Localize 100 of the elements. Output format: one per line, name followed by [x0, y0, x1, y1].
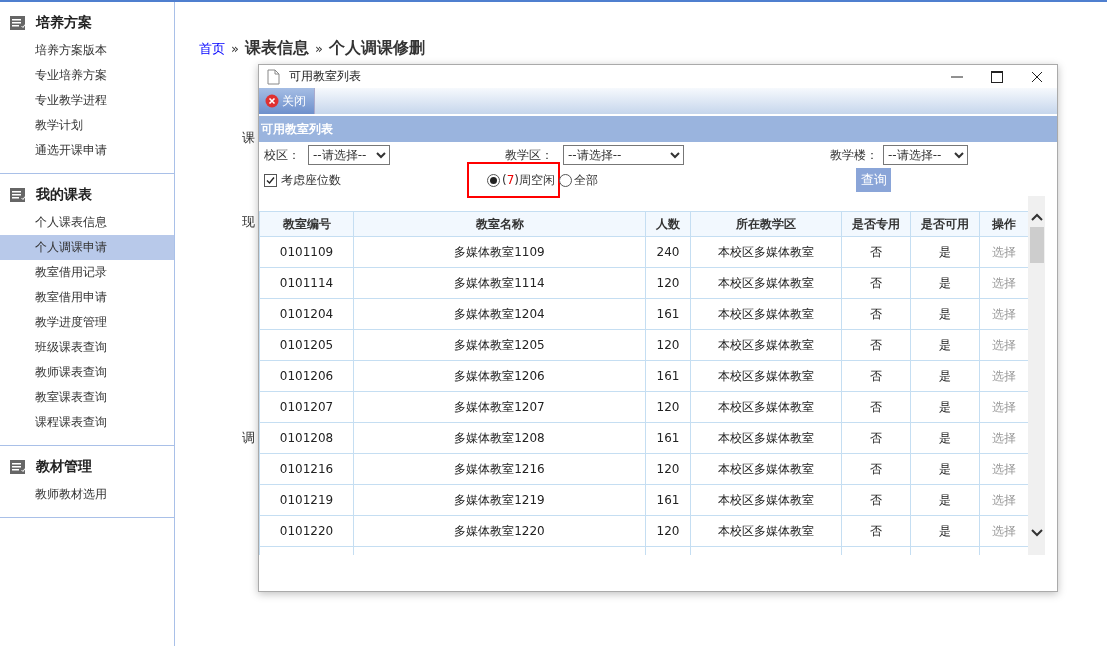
- table-cell: 本校区多媒体教室: [690, 391, 842, 423]
- table-cell: 本校区多媒体教室: [690, 360, 842, 392]
- sidebar-item[interactable]: 课程课表查询: [0, 410, 174, 435]
- scrollbar[interactable]: [1028, 196, 1045, 555]
- table-cell: 120: [645, 453, 691, 485]
- sidebar-item[interactable]: 教室课表查询: [0, 385, 174, 410]
- section-title: 培养方案: [36, 14, 92, 32]
- table-cell: 多媒体教室1208: [353, 422, 646, 454]
- table-cell: 多媒体教室1216: [353, 453, 646, 485]
- form-label: 调: [242, 429, 255, 447]
- checkbox-label: 考虑座位数: [281, 171, 341, 189]
- table-cell: 是: [910, 360, 980, 392]
- table-cell: 否: [841, 391, 911, 423]
- table-cell: 120: [645, 267, 691, 299]
- table-cell: 否: [841, 298, 911, 330]
- table-cell: 0101205: [259, 329, 354, 361]
- sidebar-item[interactable]: 个人调课申请: [0, 235, 174, 260]
- sidebar-item[interactable]: 个人课表信息: [0, 210, 174, 235]
- column-header: 所在教学区: [690, 211, 842, 237]
- table-cell: 0101109: [259, 236, 354, 268]
- table-cell: 是: [910, 515, 980, 547]
- breadcrumb-text: 个人调课修删: [328, 38, 425, 59]
- table-cell: 多媒体教室1220: [353, 515, 646, 547]
- form-label: 课: [242, 129, 255, 147]
- radio-label: (7)周空闲: [502, 171, 555, 189]
- table-cell: 本校区多媒体教室: [690, 236, 842, 268]
- table-cell: 120: [645, 391, 691, 423]
- table-cell: 多媒体教室1204: [353, 298, 646, 330]
- table-cell: 是: [910, 484, 980, 516]
- sidebar-item[interactable]: 通选开课申请: [0, 138, 174, 163]
- table-cell: 161: [645, 484, 691, 516]
- table-cell: 是: [910, 422, 980, 454]
- table-cell: 0101219: [259, 484, 354, 516]
- table-cell: 161: [645, 422, 691, 454]
- sidebar-item[interactable]: 教学计划: [0, 113, 174, 138]
- sidebar-item[interactable]: 教室借用记录: [0, 260, 174, 285]
- table-cell: 0101216: [259, 453, 354, 485]
- table-cell: 本校区多媒体教室: [690, 298, 842, 330]
- table-cell: 多媒体教室1219: [353, 484, 646, 516]
- scrollbar-thumb[interactable]: [1029, 227, 1044, 263]
- sidebar-item[interactable]: 教师教材选用: [0, 482, 174, 507]
- sidebar-item[interactable]: 班级课表查询: [0, 335, 174, 360]
- close-icon[interactable]: [1031, 70, 1043, 83]
- maximize-icon[interactable]: [991, 70, 1003, 83]
- table-cell: 本校区多媒体教室: [690, 453, 842, 485]
- table-cell: 是: [910, 298, 980, 330]
- filter-select[interactable]: --请选择--: [883, 145, 968, 165]
- section-icon: [10, 15, 26, 31]
- breadcrumb-link[interactable]: 首页: [199, 40, 225, 58]
- table-cell: 否: [841, 453, 911, 485]
- table-cell: 否: [841, 267, 911, 299]
- table-cell: 多媒体教室1207: [353, 391, 646, 423]
- table-cell: 否: [841, 236, 911, 268]
- checkbox[interactable]: [264, 173, 277, 187]
- filter-label: 教学楼：: [830, 146, 878, 164]
- column-header: 教室名称: [353, 211, 646, 237]
- table-cell: 本校区多媒体教室: [690, 515, 842, 547]
- sidebar-item[interactable]: 专业培养方案: [0, 63, 174, 88]
- table-cell: 0101207: [259, 391, 354, 423]
- document-icon: [265, 68, 281, 85]
- table-cell: 否: [841, 484, 911, 516]
- radio-label: 全部: [574, 171, 598, 189]
- panel-header: 可用教室列表: [259, 116, 1057, 142]
- dialog-title: 可用教室列表: [289, 68, 362, 85]
- table-cell: 是: [910, 453, 980, 485]
- sidebar-item[interactable]: 教师课表查询: [0, 360, 174, 385]
- section-icon: [10, 187, 26, 203]
- table-cell: 0101208: [259, 422, 354, 454]
- filter-label: 教学区：: [505, 146, 553, 164]
- table-cell: 0101114: [259, 267, 354, 299]
- table-cell: 多媒体教室1109: [353, 236, 646, 268]
- table-cell: 是: [910, 267, 980, 299]
- filter-label: 校区：: [264, 146, 300, 164]
- breadcrumb-text: 课表信息: [244, 38, 309, 59]
- sidebar-item[interactable]: 培养方案版本: [0, 38, 174, 63]
- table-cell: 240: [645, 236, 691, 268]
- table-cell: 是: [910, 391, 980, 423]
- table-cell: 否: [841, 329, 911, 361]
- table-cell: 本校区多媒体教室: [690, 422, 842, 454]
- sidebar-item[interactable]: 专业教学进程: [0, 88, 174, 113]
- close-icon: [265, 94, 279, 108]
- sidebar-item[interactable]: 教室借用申请: [0, 285, 174, 310]
- column-header: 教室编号: [259, 211, 354, 237]
- sidebar-item[interactable]: 教学进度管理: [0, 310, 174, 335]
- table-cell: 本校区多媒体教室: [690, 267, 842, 299]
- filter-select[interactable]: --请选择--: [308, 145, 390, 165]
- radio-button[interactable]: [487, 173, 500, 187]
- table-cell: 否: [841, 360, 911, 392]
- table-cell: 0101220: [259, 515, 354, 547]
- table-cell: 120: [645, 515, 691, 547]
- table-cell: 0101206: [259, 360, 354, 392]
- section-title: 我的课表: [36, 186, 92, 204]
- table-cell: 161: [645, 360, 691, 392]
- section-icon: [10, 459, 26, 475]
- table-cell: 否: [841, 515, 911, 547]
- filter-select[interactable]: --请选择--: [563, 145, 684, 165]
- table-cell: 是: [910, 329, 980, 361]
- table-cell: 0101204: [259, 298, 354, 330]
- radio-button[interactable]: [559, 173, 572, 187]
- table-cell: 多媒体教室1205: [353, 329, 646, 361]
